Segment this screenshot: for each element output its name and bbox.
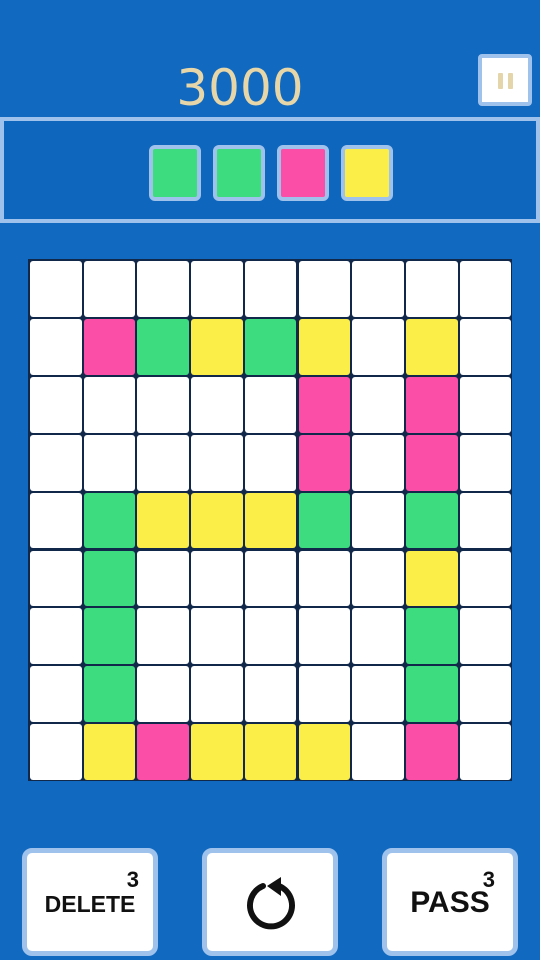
board-cell[interactable] xyxy=(83,434,136,491)
board-cell[interactable] xyxy=(83,261,136,317)
board-cell[interactable] xyxy=(137,261,190,317)
board-cell[interactable] xyxy=(405,434,458,491)
rotate-icon xyxy=(247,877,295,930)
board-cell[interactable] xyxy=(352,261,404,317)
board-cell[interactable] xyxy=(191,434,243,491)
board-cell[interactable] xyxy=(298,318,351,375)
board-cell[interactable] xyxy=(298,608,351,665)
board-cell[interactable] xyxy=(244,550,297,607)
board-cell[interactable] xyxy=(459,492,512,549)
board-cell[interactable] xyxy=(298,434,351,491)
board-cell[interactable] xyxy=(83,492,136,549)
board-cell[interactable] xyxy=(30,492,82,549)
board-cell[interactable] xyxy=(298,492,351,549)
queue-piece xyxy=(341,145,393,201)
queue-piece xyxy=(149,145,201,201)
board-cell[interactable] xyxy=(83,724,136,781)
board-cell[interactable] xyxy=(352,608,404,665)
board-cell[interactable] xyxy=(30,261,82,317)
board-cell[interactable] xyxy=(244,608,297,665)
board-cell[interactable] xyxy=(298,724,351,781)
board-cell[interactable] xyxy=(137,550,190,607)
game-board[interactable] xyxy=(28,259,512,781)
board-cell[interactable] xyxy=(244,434,297,491)
board-cell[interactable] xyxy=(30,434,82,491)
board-cell[interactable] xyxy=(191,724,243,781)
board-cell[interactable] xyxy=(459,608,512,665)
board-cell[interactable] xyxy=(244,261,297,317)
board-cell[interactable] xyxy=(405,666,458,723)
board-cell[interactable] xyxy=(30,318,82,375)
board-cell[interactable] xyxy=(244,376,297,433)
board-cell[interactable] xyxy=(298,376,351,433)
board-cell[interactable] xyxy=(459,724,512,781)
board-cell[interactable] xyxy=(352,666,404,723)
board-cell[interactable] xyxy=(459,434,512,491)
board-cell[interactable] xyxy=(83,376,136,433)
board-cell[interactable] xyxy=(352,318,404,375)
board-cell[interactable] xyxy=(352,550,404,607)
board-cell[interactable] xyxy=(191,550,243,607)
board-cell[interactable] xyxy=(244,724,297,781)
queue-piece xyxy=(213,145,265,201)
score: 3000 xyxy=(176,59,304,117)
queue-piece xyxy=(277,145,329,201)
board-cell[interactable] xyxy=(191,608,243,665)
board-cell[interactable] xyxy=(83,666,136,723)
board-cell[interactable] xyxy=(298,550,351,607)
pause-button[interactable] xyxy=(478,54,532,106)
pass-count: 3 xyxy=(482,867,495,892)
board-cell[interactable] xyxy=(30,666,82,723)
board-cell[interactable] xyxy=(405,608,458,665)
board-cell[interactable] xyxy=(30,376,82,433)
rotate-button[interactable] xyxy=(202,848,338,956)
board-cell[interactable] xyxy=(405,724,458,781)
pause-icon xyxy=(498,73,503,89)
board-cell[interactable] xyxy=(137,318,190,375)
board-cell[interactable] xyxy=(191,492,243,549)
board-cell[interactable] xyxy=(352,492,404,549)
board-cell[interactable] xyxy=(30,550,82,607)
board-cell[interactable] xyxy=(405,318,458,375)
pass-button[interactable]: PASS 3 xyxy=(382,848,518,956)
board-cell[interactable] xyxy=(405,492,458,549)
board-cell[interactable] xyxy=(405,376,458,433)
board-cell[interactable] xyxy=(352,376,404,433)
board-cell[interactable] xyxy=(191,318,243,375)
board-cell[interactable] xyxy=(298,261,351,317)
board-cell[interactable] xyxy=(459,550,512,607)
board-cell[interactable] xyxy=(459,376,512,433)
board-cell[interactable] xyxy=(137,434,190,491)
board-cell[interactable] xyxy=(137,608,190,665)
board-cell[interactable] xyxy=(137,492,190,549)
delete-button[interactable]: DELETE 3 xyxy=(22,848,158,956)
delete-label: DELETE xyxy=(44,891,136,917)
delete-count: 3 xyxy=(126,867,139,892)
board-cell[interactable] xyxy=(137,376,190,433)
board-cell[interactable] xyxy=(30,608,82,665)
board-cell[interactable] xyxy=(137,666,190,723)
board-cell[interactable] xyxy=(30,724,82,781)
board-cell[interactable] xyxy=(191,666,243,723)
board-cell[interactable] xyxy=(244,666,297,723)
board-cell[interactable] xyxy=(459,666,512,723)
board-cell[interactable] xyxy=(83,608,136,665)
board-cell[interactable] xyxy=(244,318,297,375)
board-cell[interactable] xyxy=(459,261,512,317)
board-cell[interactable] xyxy=(244,492,297,549)
board-cell[interactable] xyxy=(405,550,458,607)
board-cell[interactable] xyxy=(298,666,351,723)
board-cell[interactable] xyxy=(459,318,512,375)
piece-queue xyxy=(0,117,540,223)
board-cell[interactable] xyxy=(83,318,136,375)
board-cell[interactable] xyxy=(83,550,136,607)
board-cell[interactable] xyxy=(137,724,190,781)
board-cell[interactable] xyxy=(352,724,404,781)
board-cell[interactable] xyxy=(191,376,243,433)
board-cell[interactable] xyxy=(405,261,458,317)
board-cell[interactable] xyxy=(191,261,243,317)
board-cell[interactable] xyxy=(352,434,404,491)
